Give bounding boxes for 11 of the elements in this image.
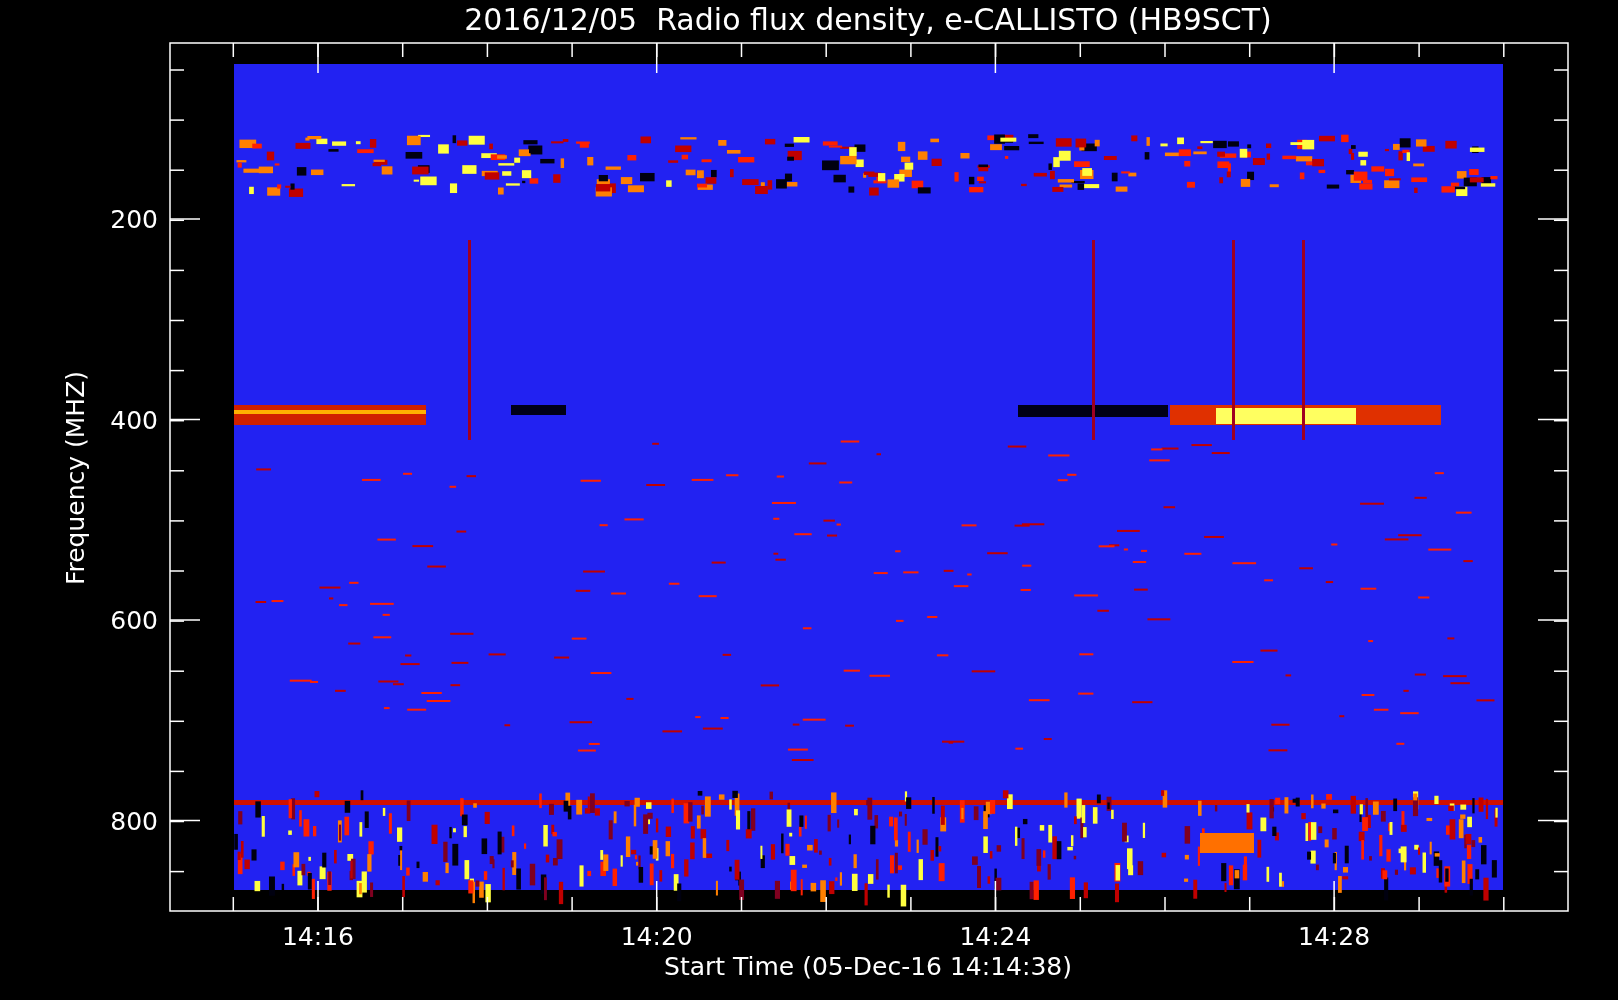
y-tick-label: 600 [110,606,158,635]
x-tick-label: 14:16 [282,922,354,951]
x-tick-label: 14:24 [959,922,1032,951]
y-tick-label: 200 [110,205,158,234]
y-tick-label: 800 [110,806,158,836]
y-axis-label: Frequency (MHZ) [61,370,90,586]
x-tick-label: 14:28 [1298,922,1371,951]
y-tick-label: 400 [110,405,158,435]
x-axis-label: Start Time (05-Dec-16 14:14:38) [664,952,1072,981]
plot-title: 2016/12/05 Radio flux density, e-CALLISTO (HB9SCT) [464,2,1272,37]
x-tick-label: 14:20 [620,922,693,951]
